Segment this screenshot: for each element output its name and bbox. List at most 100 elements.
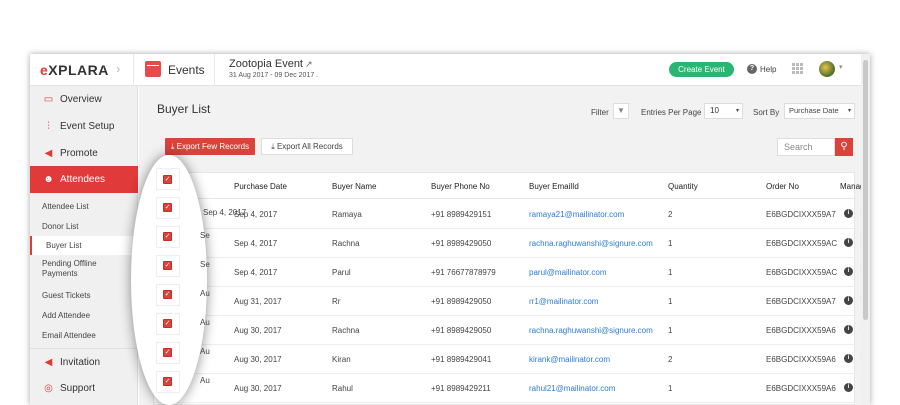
sidebar-item-support[interactable]: ◎ Support [30,375,138,402]
help-icon[interactable]: ? [747,64,757,74]
info-icon[interactable]: i [844,383,853,392]
cell-qty: 1 [668,384,673,393]
clipped-date: Au [200,376,210,385]
help-link[interactable]: Help [760,65,776,74]
cell-email[interactable]: rachna.raghuwanshi@signure.com [529,326,653,335]
explara-logo[interactable]: eXPLARA [40,62,109,78]
monitor-icon: ▭ [43,94,54,105]
search-input[interactable]: Search [777,138,835,156]
sidebar-item-attendees[interactable]: ☻ Attendees [30,166,138,193]
cell-phone: +91 8989429050 [431,297,492,306]
sidebar-subitem-pending-offline-payments[interactable]: Pending Offline Payments [30,258,110,282]
col-buyer-name[interactable]: Buyer Name [332,182,376,191]
external-link-icon[interactable]: ↗ [305,59,313,69]
cell-email[interactable]: kirank@mailinator.com [529,355,610,364]
cell-date: Sep 4, 2017 [234,268,278,277]
table-row[interactable]: Sep 4, 2017 Parul +91 76677878979 parul@… [154,258,868,287]
filter-icon[interactable]: ▼ [613,103,629,119]
sidebar-item-invitation[interactable]: ◀ Invitation [30,348,138,375]
cell-date: Sep 4, 2017 [234,239,278,248]
table-row[interactable]: Sep 4, 2017 Ramaya +91 8989429151 ramaya… [154,200,868,229]
col-order-no[interactable]: Order No [766,182,799,191]
chevron-down-icon[interactable]: ▾ [839,63,843,71]
sidebar-subitem-attendee-list[interactable]: Attendee List [30,197,138,216]
info-icon[interactable]: i [844,238,853,247]
sidebar-item-overview[interactable]: ▭ Overview [30,86,138,113]
row-checkbox[interactable]: ✓ [163,232,172,241]
table-row[interactable]: Aug 31, 2017 Rr +91 8989429050 rr1@maili… [154,287,868,316]
clipped-date: Au [200,318,210,327]
cell-name: Ramaya [332,210,362,219]
export-few-records-button[interactable]: ⤓ Export Few Records [165,138,255,155]
table-row[interactable]: Aug 30, 2017 Rachna +91 8989429050 rachn… [154,316,868,345]
table-row[interactable]: Aug 30, 2017 Kiran +91 8989429041 kirank… [154,345,868,374]
col-buyer-phone[interactable]: Buyer Phone No [431,182,490,191]
vertical-scrollbar[interactable] [861,54,870,405]
event-title[interactable]: Zootopia Event ↗ [229,58,313,70]
clipped-date: Au [200,347,210,356]
row-checkbox[interactable]: ✓ [163,290,172,299]
sidebar-subitem-add-attendee[interactable]: Add Attendee [30,306,138,325]
caret-down-icon: ▾ [847,108,851,114]
clipped-date: Au [200,289,210,298]
search-icon[interactable]: ⚲ [835,138,853,156]
col-quantity[interactable]: Quantity [668,182,698,191]
select-all-checkbox[interactable]: ✓ [163,175,172,184]
cell-order: E6BGDCIXXX59A6 [766,326,836,335]
table-row[interactable]: Sep 4, 2017 Rachna +91 8989429050 rachna… [154,229,868,258]
cell-email[interactable]: rahul21@mailinator.com [529,384,615,393]
entries-per-page-label: Entries Per Page [641,108,702,117]
cell-phone: +91 8989429050 [431,239,492,248]
sidebar-subitem-guest-tickets[interactable]: Guest Tickets [30,286,138,305]
create-event-button[interactable]: Create Event [669,62,734,77]
cell-qty: 2 [668,355,673,364]
events-nav-link[interactable]: Events [168,63,205,77]
info-icon[interactable]: i [844,267,853,276]
page-title: Buyer List [157,102,211,116]
sidebar-subitem-buyer-list[interactable]: Buyer List [30,236,138,255]
cell-email[interactable]: rachna.raghuwanshi@signure.com [529,239,653,248]
sidebar-item-label: Support [60,383,96,394]
cell-qty: 2 [668,210,673,219]
sliders-icon: ⫶ [47,121,50,132]
entries-per-page-select[interactable]: 10 ▾ [704,103,743,119]
highlight-ellipse [131,155,207,405]
table-row[interactable]: Aug 30, 2017 Rahul +91 8989429211 rahul2… [154,374,868,403]
export-all-records-button[interactable]: ⤓ Export All Records [261,138,353,155]
sidebar-subitem-donor-list[interactable]: Donor List [30,217,138,236]
sidebar-item-label: Event Setup [60,121,115,132]
divider [133,54,134,86]
megaphone-icon: ◀ [44,148,53,159]
avatar[interactable] [819,61,835,77]
row-checkbox[interactable]: ✓ [163,377,172,386]
col-buyer-email[interactable]: Buyer EmailId [529,182,579,191]
sidebar-item-event-setup[interactable]: ⫶ Event Setup [30,113,138,140]
cell-name: Rahul [332,384,353,393]
info-icon[interactable]: i [844,209,853,218]
sidebar-item-label: Invitation [60,357,101,368]
sort-by-select[interactable]: Purchase Date ▾ [784,103,855,119]
row-checkbox[interactable]: ✓ [163,348,172,357]
sidebar-subitem-email-attendee[interactable]: Email Attendee [30,326,138,345]
cell-name: Rr [332,297,341,306]
cell-order: E6BGDCIXXX59A6 [766,384,836,393]
cell-date: Aug 30, 2017 [234,384,282,393]
info-icon[interactable]: i [844,354,853,363]
cell-date: Aug 30, 2017 [234,355,282,364]
cell-qty: 1 [668,297,673,306]
apps-grid-icon[interactable] [792,63,804,75]
row-checkbox[interactable]: ✓ [163,203,172,212]
cell-email[interactable]: ramaya21@mailinator.com [529,210,624,219]
row-checkbox[interactable]: ✓ [163,319,172,328]
cell-email[interactable]: rr1@mailinator.com [529,297,598,306]
scrollbar-thumb[interactable] [863,60,868,320]
col-purchase-date[interactable]: Purchase Date [234,182,287,191]
sidebar-item-promote[interactable]: ◀ Promote [30,140,138,167]
buyer-table: Purchase Date Buyer Name Buyer Phone No … [153,172,869,405]
info-icon[interactable]: i [844,325,853,334]
sidebar-item-label: Attendees [60,174,106,185]
info-icon[interactable]: i [844,296,853,305]
cell-email[interactable]: parul@mailinator.com [529,268,606,277]
users-icon: ☻ [43,174,54,185]
row-checkbox[interactable]: ✓ [163,261,172,270]
